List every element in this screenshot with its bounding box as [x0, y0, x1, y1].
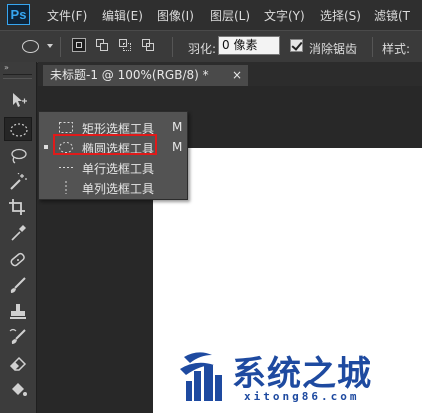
single-column-marquee-icon — [65, 181, 67, 194]
magic-wand-tool[interactable] — [4, 170, 32, 194]
watermark: 系统之城 xitong86.com — [172, 343, 422, 413]
eyedropper-icon — [11, 225, 26, 241]
collapse-panel-button[interactable]: » — [4, 63, 9, 72]
watermark-url: xitong86.com — [244, 390, 360, 403]
single-row-marquee-icon — [59, 167, 73, 168]
flyout-item-shortcut: M — [172, 140, 183, 154]
eraser-icon — [9, 356, 27, 371]
flyout-item-single-row-marquee[interactable]: 单行选框工具 — [39, 157, 187, 177]
eyedropper-tool[interactable] — [4, 221, 32, 245]
new-selection-button[interactable] — [72, 38, 86, 52]
separator — [372, 37, 373, 57]
subtract-from-selection-button[interactable] — [118, 38, 132, 52]
panel-grip[interactable] — [3, 74, 32, 79]
stamp-icon — [10, 304, 26, 319]
move-icon — [13, 93, 27, 107]
photoshop-logo: Ps — [7, 4, 30, 25]
flyout-item-label: 单行选框工具 — [82, 162, 155, 176]
move-tool[interactable] — [4, 88, 32, 112]
anti-alias-checkbox[interactable] — [290, 39, 303, 52]
tools-panel: » — [0, 62, 37, 413]
options-bar: 羽化: 0 像素 消除锯齿 样式: — [0, 30, 422, 64]
clone-stamp-tool[interactable] — [4, 300, 32, 324]
lasso-icon — [11, 148, 27, 164]
ellipse-marquee-icon — [22, 40, 39, 53]
feather-label: 羽化: — [188, 42, 217, 56]
paint-bucket-icon — [12, 383, 27, 396]
elliptical-marquee-tool[interactable] — [4, 117, 32, 141]
brush-icon — [10, 277, 26, 293]
menu-edit[interactable]: 编辑(E) — [102, 7, 143, 24]
crop-tool[interactable] — [4, 195, 32, 219]
menu-select[interactable]: 选择(S) — [320, 7, 361, 24]
document-tab[interactable]: 未标题-1 @ 100%(RGB/8) * × — [43, 65, 248, 86]
eraser-tool[interactable] — [4, 351, 32, 375]
menu-filter[interactable]: 滤镜(T — [374, 7, 410, 24]
chevron-down-icon — [47, 44, 53, 48]
add-to-selection-button[interactable] — [95, 38, 109, 52]
marquee-tool-flyout: 矩形选框工具 M 椭圆选框工具 M 单行选框工具 单列选框工具 — [38, 111, 188, 200]
highlight-annotation — [53, 134, 157, 155]
intersect-selection-button[interactable] — [141, 38, 155, 52]
crop-icon — [9, 199, 25, 215]
document-tab-bar: 未标题-1 @ 100%(RGB/8) * × — [38, 62, 422, 86]
selected-indicator — [44, 145, 48, 149]
document-tab-title: 未标题-1 @ 100%(RGB/8) * — [50, 68, 209, 82]
rect-marquee-icon — [59, 122, 73, 133]
menu-type[interactable]: 文字(Y) — [264, 7, 305, 24]
feather-input[interactable]: 0 像素 — [218, 36, 280, 55]
history-brush-tool[interactable] — [4, 325, 32, 349]
separator — [60, 37, 61, 57]
anti-alias-label: 消除锯齿 — [309, 42, 358, 56]
flyout-item-label: 单列选框工具 — [82, 182, 155, 196]
watermark-title: 系统之城 — [232, 354, 372, 394]
close-icon[interactable]: × — [232, 65, 242, 85]
lasso-tool[interactable] — [4, 144, 32, 168]
menu-layer[interactable]: 图层(L) — [210, 7, 250, 24]
magic-wand-icon — [10, 173, 27, 190]
watermark-logo-icon — [180, 352, 222, 401]
separator — [172, 37, 173, 57]
menu-file[interactable]: 文件(F) — [47, 7, 87, 24]
menu-bar: Ps 文件(F) 编辑(E) 图像(I) 图层(L) 文字(Y) 选择(S) 滤… — [0, 0, 422, 30]
style-label: 样式: — [382, 42, 411, 56]
flyout-item-shortcut: M — [172, 120, 183, 134]
ellipse-marquee-icon — [10, 123, 28, 137]
brush-tool[interactable] — [4, 274, 32, 298]
paint-bucket-tool[interactable] — [4, 378, 32, 402]
flyout-item-single-column-marquee[interactable]: 单列选框工具 — [39, 177, 187, 197]
spot-healing-tool[interactable] — [4, 248, 32, 272]
history-brush-icon — [9, 328, 26, 344]
menu-image[interactable]: 图像(I) — [157, 7, 194, 24]
healing-brush-icon — [10, 252, 25, 267]
